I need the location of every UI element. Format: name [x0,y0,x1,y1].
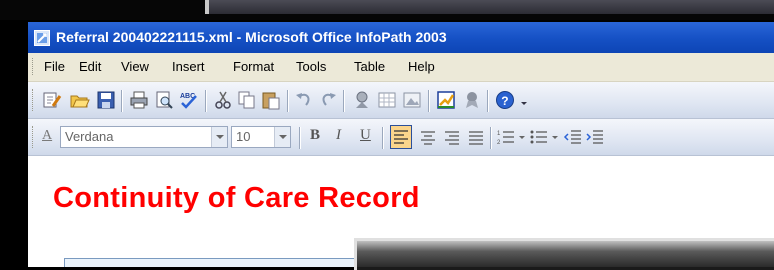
print-icon[interactable] [129,90,149,110]
infopath-app-icon [34,30,50,46]
undo-icon[interactable] [294,90,314,110]
underline-button[interactable]: U [360,127,371,144]
toolbar-separator [428,90,430,112]
cut-icon[interactable] [213,90,233,110]
justify-icon[interactable] [466,127,486,147]
picture-icon[interactable] [402,90,422,110]
spelling-icon[interactable]: ABC [179,90,199,110]
menu-file[interactable]: File [44,59,65,74]
menu-grip[interactable] [32,58,36,75]
menu-help[interactable]: Help [408,59,435,74]
toolbar-grip[interactable] [32,89,36,111]
menu-format[interactable]: Format [233,59,274,74]
sign-icon[interactable] [462,90,482,110]
toolbar-separator [299,127,301,149]
font-name-dropdown[interactable]: Verdana [60,126,228,148]
menu-tools[interactable]: Tools [296,59,326,74]
help-icon[interactable]: ? [495,90,515,110]
toolbar-grip[interactable] [32,126,36,148]
align-center-icon[interactable] [418,127,438,147]
open-icon[interactable] [70,90,90,110]
bold-button[interactable]: B [310,127,320,144]
design-icon[interactable] [42,90,62,110]
form-section[interactable] [64,258,376,267]
infopath-window: Referral 200402221115.xml - Microsoft Of… [28,22,774,267]
table-icon[interactable] [377,90,397,110]
overlapping-window-title [357,241,774,267]
background-window-edge [205,0,774,14]
standard-toolbar: ABC ? [28,82,774,119]
bullets-icon[interactable] [529,127,549,147]
design-task-pane-icon[interactable] [436,90,456,110]
chevron-down-icon[interactable] [517,127,527,147]
numbering-icon[interactable]: 1 2 [496,127,516,147]
save-icon[interactable] [96,90,116,110]
toolbar-options-icon[interactable] [519,90,529,110]
align-right-icon[interactable] [442,127,462,147]
overlapping-window [354,238,774,270]
increase-indent-icon[interactable] [585,127,605,147]
chevron-down-icon[interactable] [211,127,227,147]
font-size-value: 10 [236,129,251,144]
document-title: Continuity of Care Record [53,182,420,214]
digital-signature-icon[interactable] [352,90,372,110]
menu-table[interactable]: Table [354,59,385,74]
print-preview-icon[interactable] [154,90,174,110]
copy-icon[interactable] [237,90,257,110]
formatting-toolbar: A Verdana 10 B I U 1 2 [28,119,774,156]
toolbar-separator [287,90,289,112]
font-size-dropdown[interactable]: 10 [231,126,291,148]
toolbar-separator [205,90,207,112]
paste-icon[interactable] [261,90,281,110]
redo-icon[interactable] [318,90,338,110]
styles-button[interactable]: A [42,128,52,144]
toolbar-separator [343,90,345,112]
menu-insert[interactable]: Insert [172,59,205,74]
menu-view[interactable]: View [121,59,149,74]
svg-text:?: ? [501,94,508,108]
chevron-down-icon[interactable] [550,127,560,147]
title-bar[interactable]: Referral 200402221115.xml - Microsoft Of… [28,22,774,53]
menu-bar: File Edit View Insert Format Tools Table… [28,53,774,82]
svg-text:2: 2 [497,140,501,146]
italic-button[interactable]: I [336,127,341,144]
menu-edit[interactable]: Edit [79,59,101,74]
toolbar-separator [382,127,384,149]
decrease-indent-icon[interactable] [563,127,583,147]
font-name-value: Verdana [65,129,114,144]
align-left-icon[interactable] [390,125,412,149]
window-title: Referral 200402221115.xml - Microsoft Of… [56,29,447,45]
toolbar-separator [490,127,492,149]
svg-text:1: 1 [497,131,501,137]
toolbar-separator [487,90,489,112]
chevron-down-icon[interactable] [274,127,290,147]
toolbar-separator [121,90,123,112]
